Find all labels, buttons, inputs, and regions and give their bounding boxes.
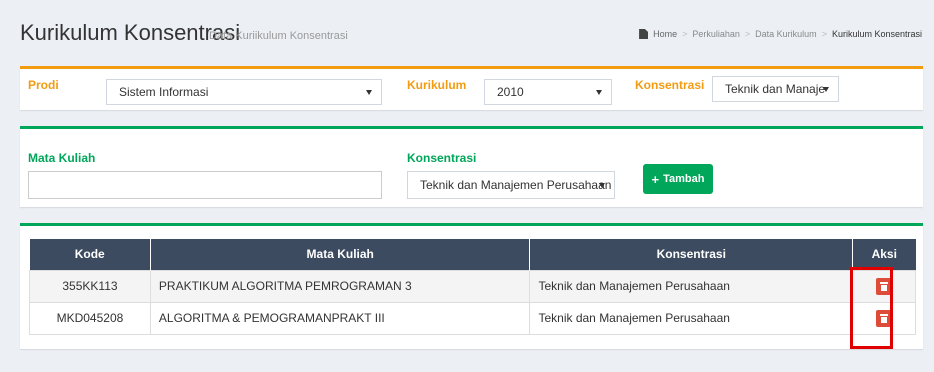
table-row: MKD045208 ALGORITMA & PEMOGRAMANPRAKT II… bbox=[29, 301, 916, 335]
konsentrasi-form-value: Teknik dan Manajemen Perusahaan bbox=[420, 178, 612, 192]
prodi-select-value: Sistem Informasi bbox=[119, 85, 209, 99]
cell-kode: 355KK113 bbox=[29, 269, 151, 303]
breadcrumb: Home > Perkuliahan > Data Kurikulum > Ku… bbox=[639, 29, 922, 39]
highlight-annotation bbox=[850, 267, 893, 349]
home-icon bbox=[639, 29, 649, 39]
prodi-select[interactable]: Sistem Informasi bbox=[106, 79, 382, 105]
cell-konsentrasi: Teknik dan Manajemen Perusahaan bbox=[529, 301, 854, 335]
konsentrasi-filter-value: Teknik dan Manaje bbox=[725, 82, 826, 96]
add-button[interactable]: + Tambah bbox=[643, 164, 713, 194]
column-header-kode: Kode bbox=[29, 239, 151, 270]
breadcrumb-perkuliahan[interactable]: Perkuliahan bbox=[692, 29, 740, 39]
breadcrumb-separator: > bbox=[682, 29, 688, 39]
table-row: 355KK113 PRAKTIKUM ALGORITMA PEMROGRAMAN… bbox=[29, 269, 916, 303]
cell-kode: MKD045208 bbox=[29, 301, 151, 335]
content-header: Kurikulum Konsentrasi Data Kuriikulum Ko… bbox=[0, 0, 934, 50]
column-header-konsentrasi: Konsentrasi bbox=[529, 239, 854, 270]
breadcrumb-separator: > bbox=[744, 29, 751, 39]
konsentrasi-filter-label: Konsentrasi bbox=[635, 78, 705, 92]
breadcrumb-home[interactable]: Home bbox=[653, 29, 677, 39]
breadcrumb-current: Kurikulum Konsentrasi bbox=[831, 29, 922, 39]
page-subtitle: Data Kuriikulum Konsentrasi bbox=[209, 30, 348, 42]
chevron-down-icon bbox=[596, 90, 602, 95]
chevron-down-icon bbox=[366, 90, 372, 95]
table-header-row: Kode Mata Kuliah Konsentrasi Aksi bbox=[29, 239, 916, 270]
konsentrasi-form-label: Konsentrasi bbox=[407, 151, 477, 165]
page-title: Kurikulum Konsentrasi bbox=[20, 20, 241, 45]
kurikulum-table: Kode Mata Kuliah Konsentrasi Aksi 355KK1… bbox=[29, 239, 916, 335]
konsentrasi-form-select[interactable]: Teknik dan Manajemen Perusahaan bbox=[407, 171, 615, 199]
kurikulum-select[interactable]: 2010 bbox=[484, 79, 612, 105]
mata-kuliah-label: Mata Kuliah bbox=[28, 151, 96, 165]
mata-kuliah-input[interactable] bbox=[28, 171, 382, 199]
cell-mata-kuliah: PRAKTIKUM ALGORITMA PEMROGRAMAN 3 bbox=[149, 269, 531, 303]
breadcrumb-separator: > bbox=[821, 29, 827, 39]
kurikulum-select-value: 2010 bbox=[497, 85, 524, 99]
breadcrumb-data-kurikulum[interactable]: Data Kurikulum bbox=[755, 29, 817, 39]
column-header-mata-kuliah: Mata Kuliah bbox=[150, 239, 531, 270]
chevron-down-icon bbox=[823, 87, 829, 92]
add-button-label: Tambah bbox=[663, 173, 705, 185]
prodi-label: Prodi bbox=[28, 78, 59, 92]
plus-icon: + bbox=[651, 171, 660, 187]
column-header-aksi: Aksi bbox=[852, 239, 916, 270]
konsentrasi-filter-select[interactable]: Teknik dan Manaje bbox=[712, 76, 839, 102]
cell-konsentrasi: Teknik dan Manajemen Perusahaan bbox=[529, 269, 854, 303]
cell-mata-kuliah: ALGORITMA & PEMOGRAMANPRAKT III bbox=[149, 301, 531, 335]
chevron-down-icon bbox=[599, 183, 605, 188]
kurikulum-label: Kurikulum bbox=[407, 78, 467, 92]
